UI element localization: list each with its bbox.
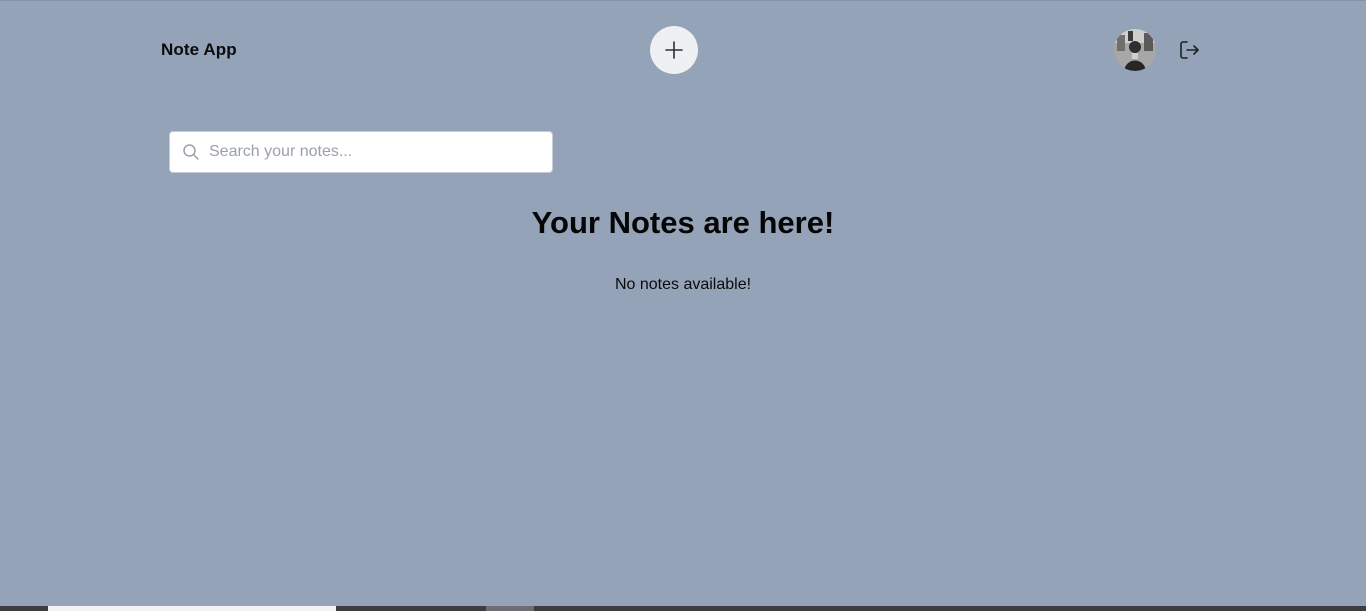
top-border	[0, 0, 1366, 1]
search-box[interactable]	[169, 131, 553, 173]
empty-notes-message: No notes available!	[614, 276, 752, 293]
search-icon	[183, 144, 199, 160]
avatar[interactable]	[1114, 29, 1156, 71]
bottom-bar-segment	[486, 606, 534, 611]
logout-icon	[1180, 41, 1199, 59]
app-title[interactable]: Note App	[161, 40, 237, 60]
user-avatar	[1114, 29, 1156, 71]
plus-icon	[665, 41, 683, 59]
bottom-taskbar	[0, 606, 1366, 611]
logout-button[interactable]	[1176, 37, 1202, 63]
search-input[interactable]	[209, 132, 544, 172]
bottom-bar-segment	[48, 606, 336, 611]
add-note-button[interactable]	[650, 26, 698, 74]
page-heading: Your Notes are here!	[531, 205, 835, 240]
